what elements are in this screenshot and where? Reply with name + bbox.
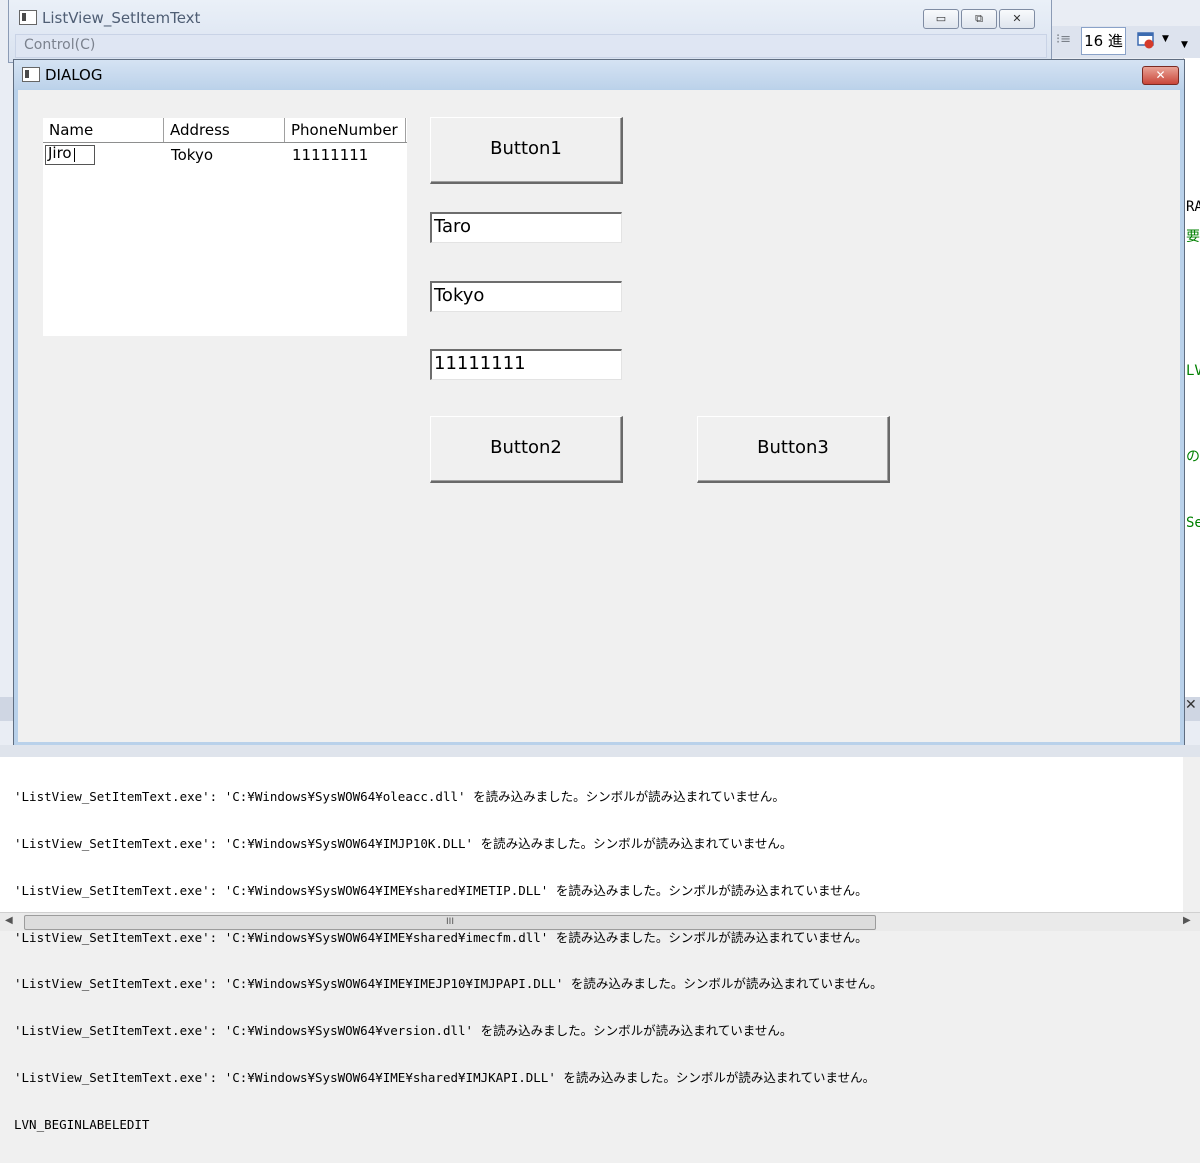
text-caret (74, 148, 75, 162)
minimize-icon: ▭ (935, 12, 947, 25)
scrollbar-thumb[interactable]: III (24, 915, 876, 930)
log-line: LVN_BEGINLABELEDIT (14, 1116, 150, 1132)
dialog-title: DIALOG (45, 66, 103, 84)
window-title: ListView_SetItemText (42, 9, 201, 27)
scroll-right-icon[interactable]: ▶ (1183, 915, 1191, 926)
code-editor-edge: RA 要 LVN の Se (1183, 58, 1200, 708)
code-fragment: Se (1186, 515, 1200, 531)
phone-field[interactable]: 11111111 (430, 349, 622, 380)
output-toolbar (0, 745, 1200, 757)
menu-bar: Control(C) (15, 34, 1047, 58)
output-log: 'ListView_SetItemText.exe': 'C:¥Windows¥… (14, 758, 883, 1163)
button2[interactable]: Button2 (430, 416, 623, 483)
log-line: 'ListView_SetItemText.exe': 'C:¥Windows¥… (14, 882, 868, 898)
log-line: 'ListView_SetItemText.exe': 'C:¥Windows¥… (14, 789, 785, 805)
dialog-titlebar[interactable]: DIALOG ✕ (14, 60, 1184, 89)
address-field[interactable]: Tokyo (430, 281, 622, 312)
code-fragment: 要 (1186, 229, 1200, 245)
app-icon (22, 67, 40, 82)
maximize-icon: ⧉ (975, 12, 983, 25)
cell-address: Tokyo (171, 146, 213, 164)
scroll-left-icon[interactable]: ◀ (5, 915, 13, 926)
label-edit-text: Jiro (48, 144, 72, 162)
log-line: 'ListView_SetItemText.exe': 'C:¥Windows¥… (14, 929, 868, 945)
horizontal-scrollbar[interactable]: ◀ III ▶ (0, 912, 1200, 931)
grip-icon: III (446, 917, 454, 927)
button3[interactable]: Button3 (697, 416, 890, 483)
close-icon: ✕ (1012, 12, 1022, 25)
column-header-phone[interactable]: PhoneNumber (285, 118, 406, 142)
close-icon[interactable]: ✕ (1185, 697, 1197, 713)
cell-phone: 11111111 (292, 146, 369, 164)
log-line: 'ListView_SetItemText.exe': 'C:¥Windows¥… (14, 1023, 793, 1039)
dialog-close-button[interactable]: ✕ (1142, 66, 1179, 85)
log-line: 'ListView_SetItemText.exe': 'C:¥Windows¥… (14, 976, 883, 992)
close-icon: ✕ (1155, 68, 1166, 82)
log-line: 'ListView_SetItemText.exe': 'C:¥Windows¥… (14, 835, 793, 851)
code-fragment: RA (1186, 199, 1200, 215)
close-button[interactable]: ✕ (999, 9, 1035, 29)
list-view[interactable]: Name Address PhoneNumber Jiro Tokyo 1111… (43, 118, 407, 336)
code-fragment: LVN (1186, 363, 1200, 379)
indent-icon[interactable]: ⁝≡ (1056, 32, 1072, 48)
maximize-button[interactable]: ⧉ (961, 9, 997, 29)
toolbar-overflow-icon[interactable]: ▼ (1181, 40, 1188, 50)
hex-display-toggle[interactable]: 16 進 (1081, 27, 1126, 55)
dialog-client-area: Name Address PhoneNumber Jiro Tokyo 1111… (18, 90, 1180, 742)
app-icon (19, 10, 37, 25)
column-header-address[interactable]: Address (164, 118, 285, 142)
column-header-name[interactable]: Name (43, 118, 164, 142)
output-window[interactable]: 'ListView_SetItemText.exe': 'C:¥Windows¥… (0, 757, 1200, 1132)
breakpoint-window-icon[interactable] (1136, 30, 1156, 50)
list-view-header: Name Address PhoneNumber (43, 118, 407, 143)
main-window: ListView_SetItemText ▭ ⧉ ✕ Control(C) (8, 0, 1052, 63)
dialog-window: DIALOG ✕ Name Address PhoneNumber Jiro T… (13, 59, 1185, 747)
ide-toolbar: ⁝≡ 16 進 ▼ ▼ (1050, 26, 1200, 58)
code-fragment: の (1186, 449, 1200, 465)
log-line: 'ListView_SetItemText.exe': 'C:¥Windows¥… (14, 1069, 876, 1085)
button1[interactable]: Button1 (430, 117, 623, 184)
label-edit-box[interactable]: Jiro (45, 144, 95, 165)
vertical-scrollbar[interactable] (1183, 757, 1200, 912)
menu-item-control[interactable]: Control(C) (24, 37, 95, 53)
chevron-down-icon[interactable]: ▼ (1162, 34, 1169, 44)
name-field[interactable]: Taro (430, 212, 622, 243)
minimize-button[interactable]: ▭ (923, 9, 959, 29)
